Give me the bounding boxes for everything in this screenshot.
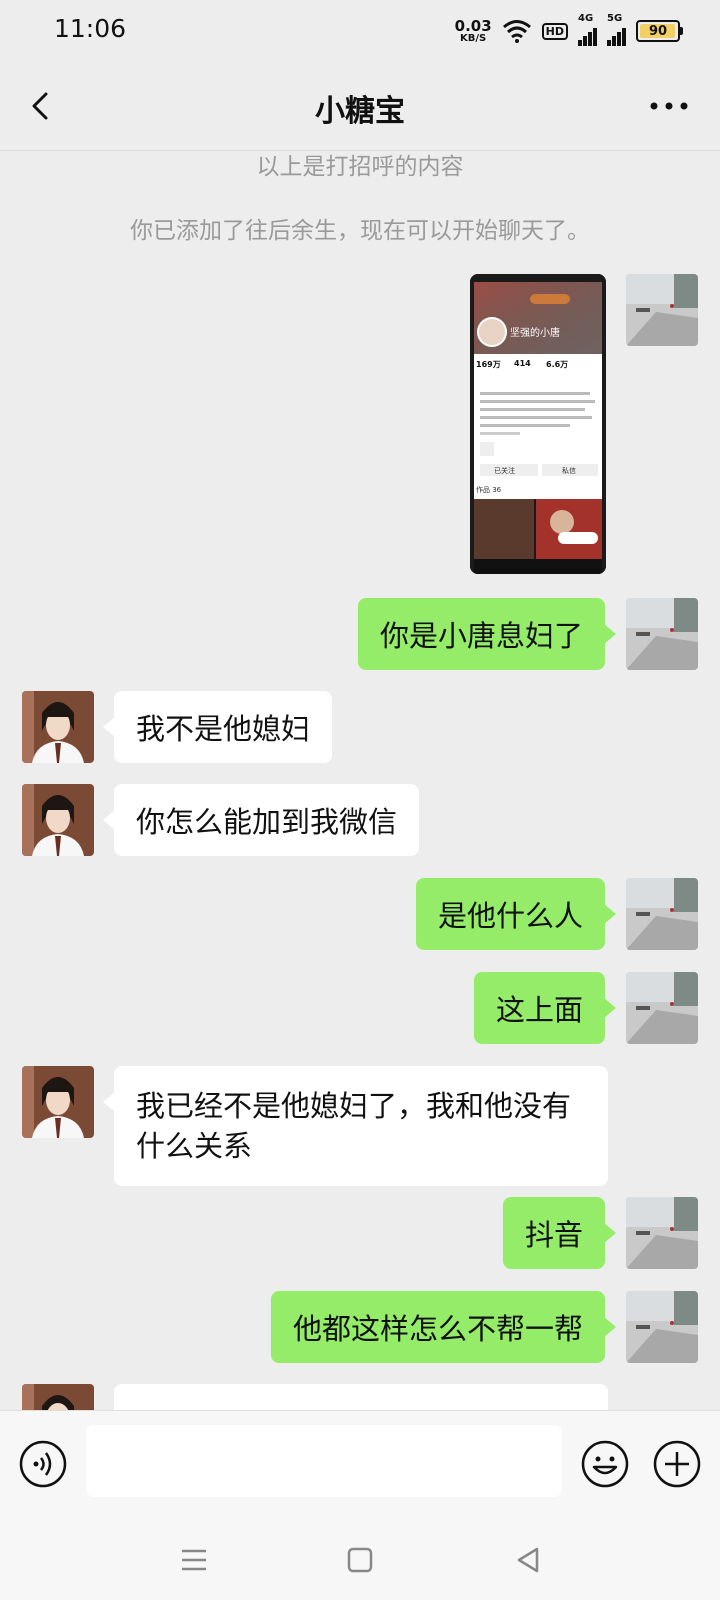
signal-5g-icon: 5G [607,13,626,46]
street-avatar-image [626,1197,698,1269]
stat-followers: 169万 [476,360,501,369]
street-avatar-image [626,274,698,346]
outgoing-message-bubble[interactable]: 抖音 [502,1197,617,1269]
chat-header: 小糖宝 [0,64,720,151]
voice-icon[interactable] [18,1439,68,1489]
woman-portrait-avatar [22,691,94,763]
my-avatar[interactable] [626,274,698,346]
contact-avatar[interactable] [22,1384,94,1410]
woman-portrait-avatar [22,1384,94,1410]
street-avatar-image [626,972,698,1044]
signal-5g-label: 5G [607,13,623,24]
street-avatar-image [626,878,698,950]
chat-title: 小糖宝 [315,94,405,129]
screenshot-image-message[interactable]: 坚强的小唐 169万 414 6.6万 已关注 私信 作品 36 [470,274,606,574]
system-message: 你已添加了往后余生，现在可以开始聊天了。 [130,218,590,244]
my-avatar[interactable] [626,972,698,1044]
signal-4g-label: 4G [578,13,594,24]
message-input[interactable] [86,1425,562,1497]
signal-4g-icon: 4G [578,13,597,46]
battery-icon: 90 [636,20,683,42]
network-speed-value: 0.03 [454,16,492,35]
network-speed: 0.03 KB/S [454,16,492,44]
stat-likes: 6.6万 [546,360,569,369]
status-time: 11:06 [54,14,127,43]
system-navigation-bar [0,1520,720,1600]
battery-percent: 90 [648,23,668,39]
stat-following: 414 [514,359,531,368]
home-square-icon[interactable] [342,1542,378,1578]
network-speed-unit: KB/S [460,32,487,44]
douyin-profile-screenshot [470,274,606,574]
contact-avatar[interactable] [22,691,94,763]
back-triangle-icon[interactable] [510,1542,546,1578]
contact-avatar[interactable] [22,1066,94,1138]
emoji-icon[interactable] [580,1439,630,1489]
my-avatar[interactable] [626,878,698,950]
chat-input-bar [0,1410,720,1521]
street-avatar-image [626,1291,698,1363]
more-horizontal-icon[interactable] [644,86,694,126]
status-icons: 0.03 KB/S HD 4G 5G 90 [454,13,683,46]
hd-voice-icon: HD [541,22,568,40]
profile-name: 坚强的小唐 [510,328,560,339]
outgoing-message-bubble[interactable]: 这上面 [473,972,617,1044]
follow-button-label: 已关注 [494,467,515,475]
works-tab-label: 作品 36 [476,486,502,494]
message-button-label: 私信 [562,467,576,475]
my-avatar[interactable] [626,1197,698,1269]
outgoing-message-bubble[interactable]: 他都这样怎么不帮一帮 [270,1291,617,1363]
contact-avatar[interactable] [22,784,94,856]
system-message: 以上是打招呼的内容 [256,154,464,180]
woman-portrait-avatar [22,784,94,856]
outgoing-message-bubble[interactable]: 你是小唐息妇了 [357,598,617,670]
incoming-message-bubble-partial[interactable] [114,1384,608,1410]
street-avatar-image [626,598,698,670]
incoming-message-bubble[interactable]: 我不是他媳妇 [102,691,333,763]
incoming-message-bubble[interactable]: 我已经不是他媳妇了，我和他没有什么关系 [103,1066,608,1186]
incoming-message-bubble[interactable]: 你怎么能加到我微信 [102,784,420,856]
my-avatar[interactable] [626,598,698,670]
woman-portrait-avatar [22,1066,94,1138]
wifi-icon [502,20,531,43]
outgoing-message-bubble[interactable]: 是他什么人 [415,878,617,950]
plus-circle-icon[interactable] [652,1439,702,1489]
chat-area[interactable]: 以上是打招呼的内容 你已添加了往后余生，现在可以开始聊天了。 坚强的小唐 169… [0,151,720,1410]
my-avatar[interactable] [626,1291,698,1363]
menu-icon[interactable] [176,1542,212,1578]
status-bar: 11:06 0.03 KB/S HD 4G 5G 90 [0,0,720,64]
